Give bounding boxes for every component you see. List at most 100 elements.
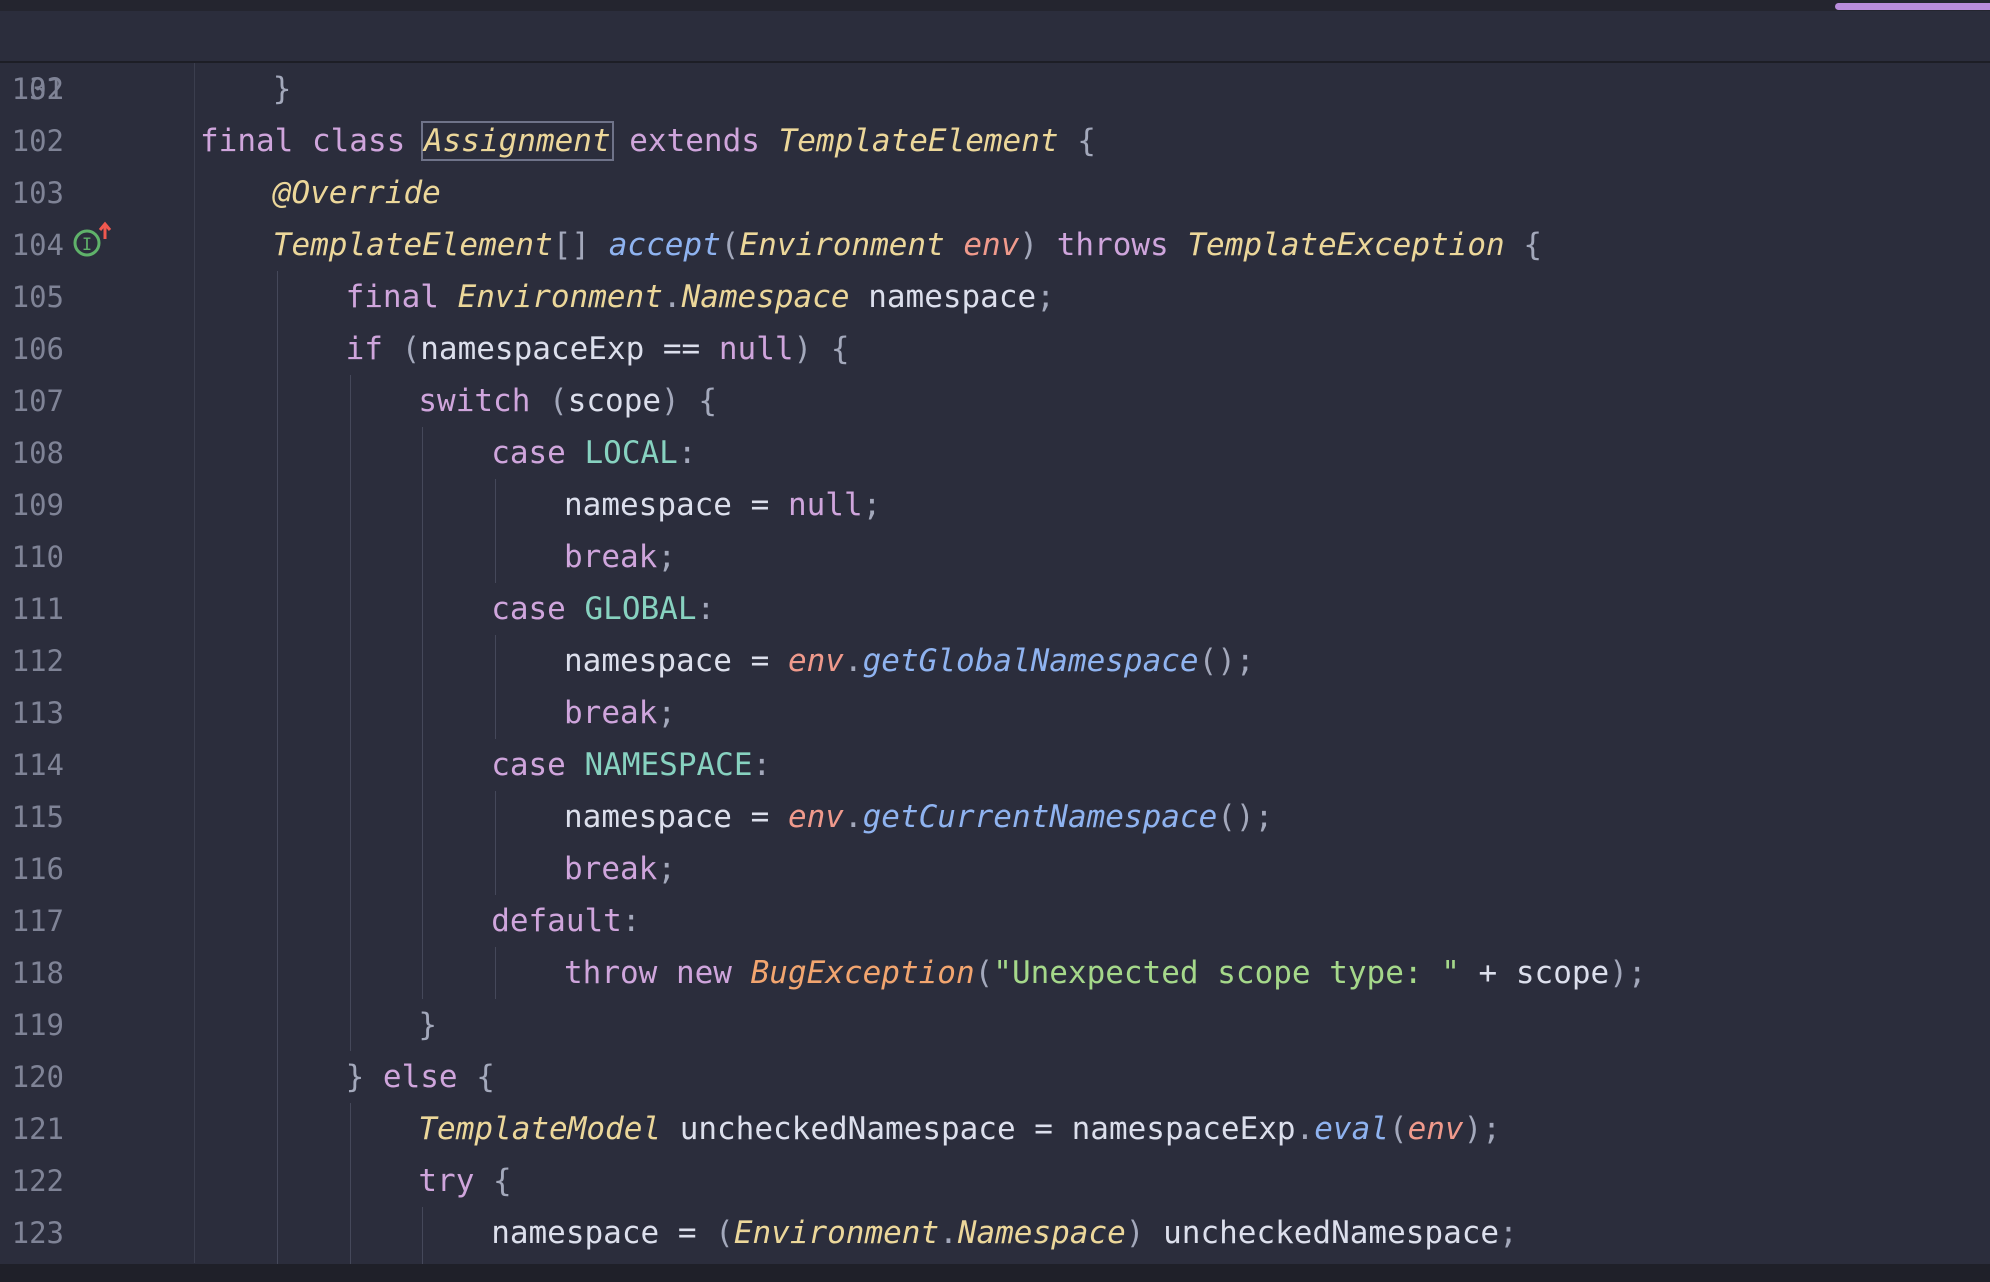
code-token[interactable]: Environment <box>734 1215 939 1251</box>
code-token[interactable]: case <box>491 591 584 627</box>
code-token[interactable]: ( <box>1389 1111 1408 1147</box>
code-token[interactable]: { <box>493 1163 512 1199</box>
code-token[interactable]: . <box>939 1215 958 1251</box>
code-token[interactable]: TemplateModel <box>418 1111 679 1147</box>
code-text[interactable]: final Environment.Namespace namespace; <box>346 271 1055 323</box>
code-token[interactable]: } <box>418 1007 437 1043</box>
code-token[interactable]: : <box>678 435 697 471</box>
code-token[interactable]: break <box>564 851 657 887</box>
code-line[interactable]: 109 namespace = null; <box>0 479 1990 531</box>
sticky-header-line[interactable]: 32 final class Assignment extends Templa… <box>0 11 1990 161</box>
implementing-method-icon[interactable]: I <box>72 221 116 261</box>
code-line[interactable]: 122 try { <box>0 1155 1990 1207</box>
code-text[interactable]: } <box>273 63 292 115</box>
code-token[interactable]: . <box>1296 1111 1315 1147</box>
code-line[interactable]: 121 TemplateModel uncheckedNamespace = na… <box>0 1103 1990 1155</box>
code-token[interactable]: ; <box>657 851 676 887</box>
code-text[interactable]: case GLOBAL: <box>491 583 715 635</box>
code-token[interactable]: throws <box>1057 227 1188 263</box>
code-line[interactable]: 120} else { <box>0 1051 1990 1103</box>
code-text[interactable]: namespace = null; <box>564 479 881 531</box>
code-text[interactable]: @Override <box>273 167 441 219</box>
code-token[interactable]: null <box>788 487 863 523</box>
code-token[interactable]: uncheckedNamespace = namespaceExp <box>680 1111 1296 1147</box>
code-token[interactable]: uncheckedNamespace <box>1163 1215 1499 1251</box>
code-text[interactable]: case NAMESPACE: <box>491 739 771 791</box>
code-token[interactable]: Namespace <box>958 1215 1126 1251</box>
code-line[interactable]: 108 case LOCAL: <box>0 427 1990 479</box>
code-token[interactable]: extends <box>611 123 779 159</box>
code-token[interactable]: default <box>491 903 622 939</box>
code-line[interactable]: 105 final Environment.Namespace namespace… <box>0 271 1990 323</box>
code-line[interactable]: 119} <box>0 999 1990 1051</box>
code-text[interactable]: break; <box>564 531 676 583</box>
code-token[interactable]: . <box>844 799 863 835</box>
code-token[interactable]: ( <box>975 955 994 991</box>
code-token[interactable]: else <box>383 1059 476 1095</box>
code-token[interactable]: Namespace <box>682 279 869 315</box>
code-text[interactable]: } <box>418 999 437 1051</box>
code-text[interactable]: if (namespaceExp == null) { <box>346 323 850 375</box>
code-token[interactable]: namespaceExp == <box>420 331 719 367</box>
code-text[interactable]: } else { <box>346 1051 495 1103</box>
code-text[interactable]: case LOCAL: <box>491 427 696 479</box>
code-token[interactable]: : <box>622 903 641 939</box>
code-token[interactable]: ; <box>1036 279 1055 315</box>
code-token[interactable]: { <box>1505 227 1542 263</box>
code-token[interactable]: ) { <box>661 383 717 419</box>
code-token[interactable]: break <box>564 695 657 731</box>
code-line[interactable]: 115 namespace = env.getCurrentNamespace()… <box>0 791 1990 843</box>
code-token[interactable]: } <box>346 1059 383 1095</box>
code-token[interactable]: env <box>788 799 844 835</box>
code-token[interactable]: ( <box>721 227 740 263</box>
code-line[interactable]: 103 @Override <box>0 167 1990 219</box>
code-token[interactable]: GLOBAL <box>585 591 697 627</box>
code-token[interactable]: eval <box>1314 1111 1389 1147</box>
code-text[interactable]: TemplateElement[] accept(Environment env… <box>273 219 1542 271</box>
code-token[interactable]: ) { <box>794 331 850 367</box>
code-token[interactable]: case <box>491 435 584 471</box>
code-token[interactable]: namespace = <box>564 643 788 679</box>
code-text[interactable]: default: <box>491 895 640 947</box>
code-token[interactable]: switch <box>418 383 549 419</box>
code-token[interactable]: : <box>697 591 716 627</box>
code-token[interactable]: try <box>418 1163 493 1199</box>
code-token[interactable]: [] <box>553 227 609 263</box>
code-token[interactable]: . <box>844 643 863 679</box>
code-token[interactable]: ); <box>1464 1111 1501 1147</box>
code-line[interactable]: 106 if (namespaceExp == null) { <box>0 323 1990 375</box>
code-line[interactable]: 113 break; <box>0 687 1990 739</box>
code-text[interactable]: final class Assignment extends TemplateE… <box>200 115 1096 167</box>
code-token[interactable]: final class <box>200 123 424 159</box>
code-token[interactable]: throw new <box>564 955 751 991</box>
code-token[interactable]: ; <box>657 539 676 575</box>
code-token[interactable]: Environment <box>739 227 963 263</box>
code-token[interactable]: { <box>476 1059 495 1095</box>
code-line[interactable]: 32 final class Assignment extends Templa… <box>0 11 1990 161</box>
code-token[interactable]: BugException <box>751 955 975 991</box>
code-token[interactable]: getGlobalNamespace <box>863 643 1199 679</box>
code-token[interactable]: Environment <box>458 279 663 315</box>
code-line[interactable]: 111 case GLOBAL: <box>0 583 1990 635</box>
code-token[interactable]: . <box>663 279 682 315</box>
code-token[interactable]: env <box>963 227 1019 263</box>
code-token[interactable]: ; <box>1499 1215 1518 1251</box>
code-line[interactable]: 112 namespace = env.getGlobalNamespace(); <box>0 635 1990 687</box>
code-token[interactable]: ( <box>549 383 568 419</box>
code-token[interactable]: + scope <box>1460 955 1610 991</box>
code-token[interactable]: (); <box>1217 799 1273 835</box>
code-text[interactable]: TemplateModel uncheckedNamespace = names… <box>418 1103 1501 1155</box>
code-line[interactable]: 118 throw new BugException("Unexpected sc… <box>0 947 1990 999</box>
code-token[interactable]: null <box>719 331 794 367</box>
scroll-position-indicator[interactable] <box>1835 3 1990 10</box>
code-token[interactable]: namespace = <box>564 487 788 523</box>
code-token[interactable]: namespace = <box>564 799 788 835</box>
code-token[interactable]: namespace = <box>491 1215 715 1251</box>
code-token[interactable]: TemplateException <box>1187 227 1504 263</box>
code-line[interactable]: 114 case NAMESPACE: <box>0 739 1990 791</box>
code-text[interactable]: break; <box>564 843 676 895</box>
code-token[interactable]: namespace <box>868 279 1036 315</box>
code-text[interactable]: break; <box>564 687 676 739</box>
code-text[interactable]: namespace = env.getCurrentNamespace(); <box>564 791 1273 843</box>
code-token[interactable]: env <box>1408 1111 1464 1147</box>
